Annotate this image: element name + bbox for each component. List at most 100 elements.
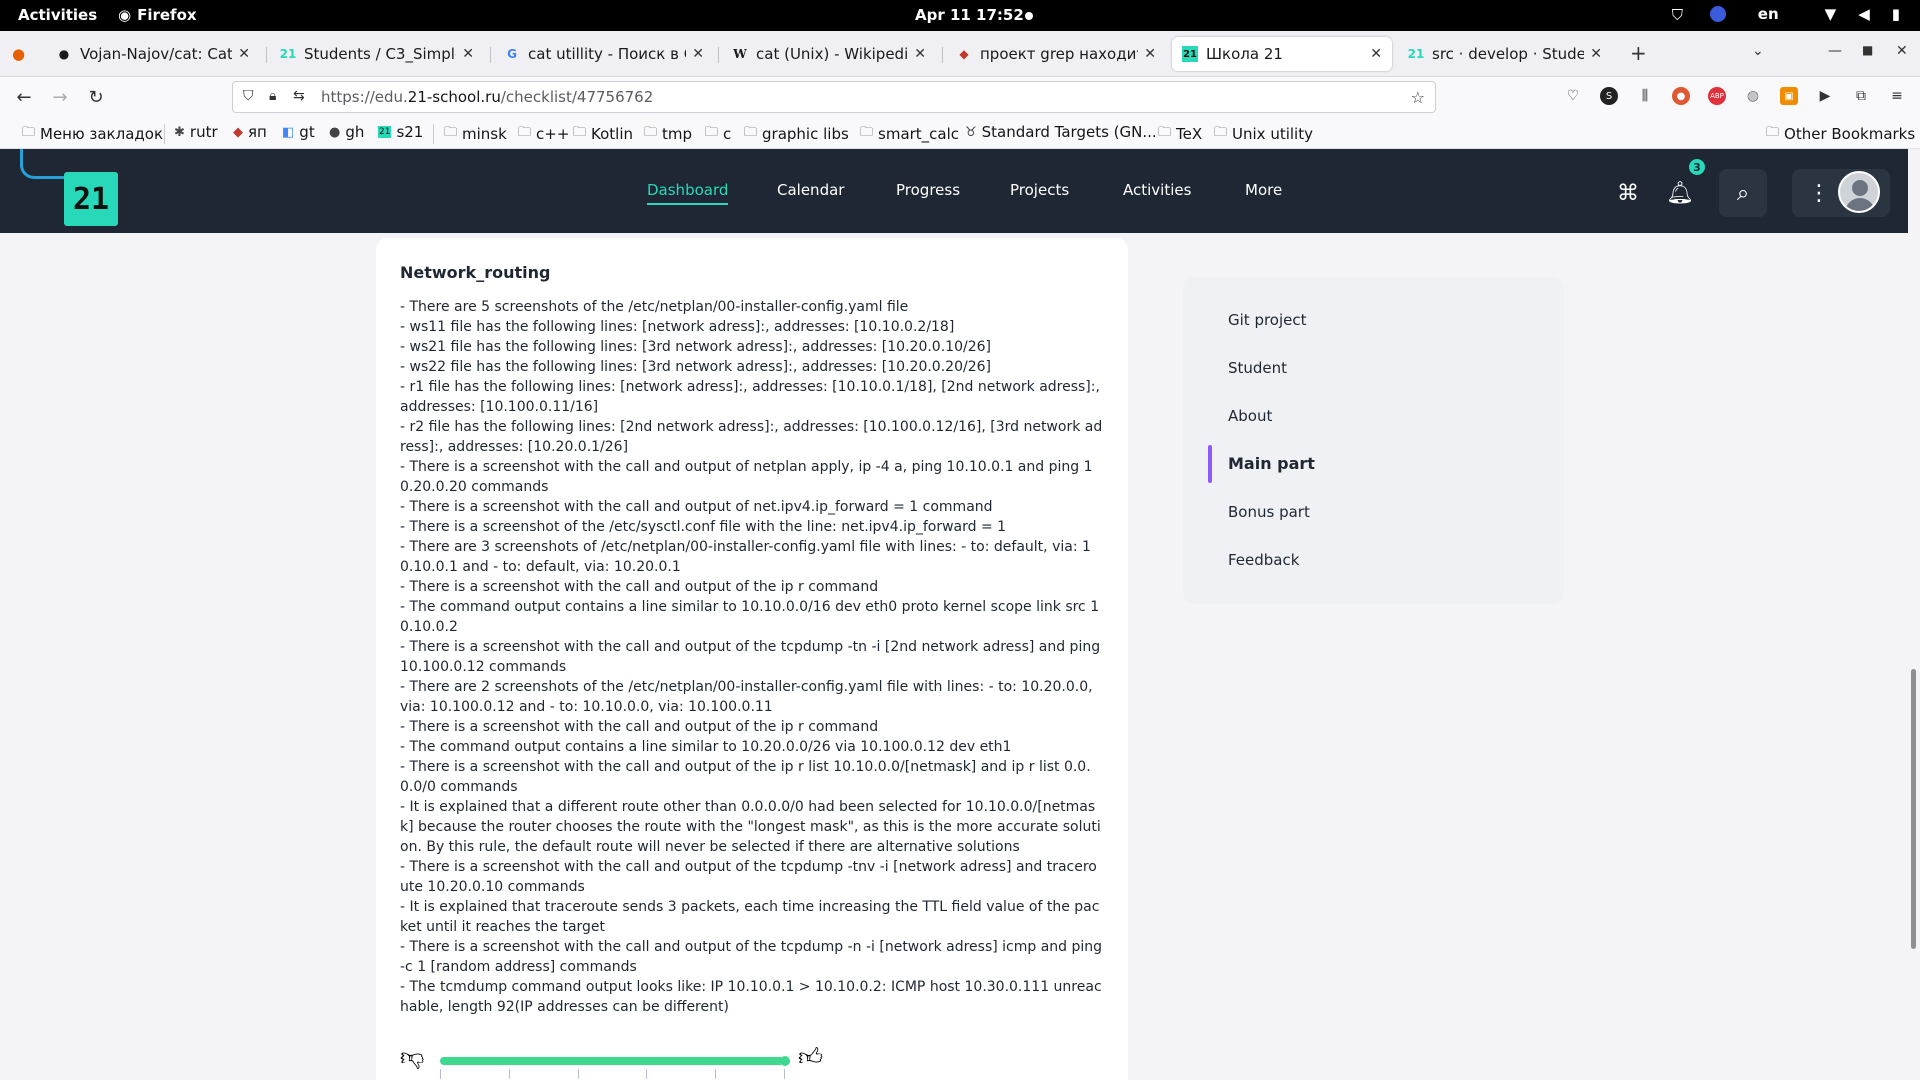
section-link-bonus-part[interactable]: Bonus part xyxy=(1228,503,1310,521)
page-scrollbar[interactable] xyxy=(1908,149,1920,1080)
rutr-icon: ✱ xyxy=(174,124,185,140)
close-tab-icon[interactable]: ✕ xyxy=(914,46,926,62)
tab-grep[interactable]: ◆ проект grep находится ✕ xyxy=(946,37,1166,71)
bookmark-c[interactable]: 🗀︎ c xyxy=(705,123,731,145)
bookmark-smart-calc[interactable]: 🗀︎ smart_calc xyxy=(860,123,959,145)
new-tab-icon[interactable]: + xyxy=(1630,41,1647,65)
system-tray[interactable]: ⛉ en ▼ ◀ ▮ xyxy=(1671,5,1900,24)
tab-github[interactable]: ● Vojan-Najov/cat: Cat is o ✕ xyxy=(46,37,260,71)
nav-more[interactable]: More xyxy=(1245,181,1282,199)
close-tab-icon[interactable]: ✕ xyxy=(462,46,474,62)
nav-activities[interactable]: Activities xyxy=(1123,181,1191,199)
bookmark-cpp[interactable]: 🗀︎ c++ xyxy=(518,123,569,145)
tracking-protection-icon[interactable]: ⛉ xyxy=(243,88,254,104)
close-tab-icon[interactable]: ✕ xyxy=(1590,46,1602,62)
firefox-icon: ◉ xyxy=(118,6,132,24)
bookmark-standard-targets[interactable]: ♉︎ Standard Targets (GN... xyxy=(965,123,1157,141)
close-tab-icon[interactable]: ✕ xyxy=(1144,46,1156,62)
adblock-icon[interactable]: ABP xyxy=(1708,87,1726,105)
media-icon[interactable]: ▶ xyxy=(1816,87,1834,105)
bookmark-icon: ◆ xyxy=(233,124,243,140)
bookmark-menu[interactable]: 🗀︎ Меню закладок xyxy=(22,123,163,145)
close-tab-icon[interactable]: ✕ xyxy=(692,46,704,62)
pocket-icon[interactable]: ♡ xyxy=(1564,87,1582,105)
tab-google[interactable]: G cat utillity - Поиск в Goo ✕ xyxy=(494,37,714,71)
reload-icon[interactable]: ↻ xyxy=(84,85,108,109)
app-menu[interactable]: ◉ Firefox xyxy=(118,6,197,24)
bookmark-minsk[interactable]: 🗀︎ minsk xyxy=(444,123,507,145)
rating-handle[interactable] xyxy=(780,1056,790,1066)
extension-orange-icon[interactable]: ▣ xyxy=(1780,87,1798,105)
language-indicator[interactable]: en xyxy=(1758,5,1779,23)
scrollbar-thumb[interactable] xyxy=(1911,669,1916,949)
minimize-icon[interactable]: — xyxy=(1828,43,1842,59)
tab-wikipedia[interactable]: W cat (Unix) - Wikipedia ✕ xyxy=(722,37,936,71)
avatar[interactable] xyxy=(1838,171,1880,213)
tab-students[interactable]: 21 Students / C3_SimpleBa ✕ xyxy=(270,37,484,71)
firefox-view-icon[interactable]: ● xyxy=(12,45,25,63)
bookmark-star-icon[interactable]: ☆ xyxy=(1411,88,1425,107)
permissions-icon[interactable]: ⇆ xyxy=(293,88,305,104)
nav-projects[interactable]: Projects xyxy=(1010,181,1069,199)
globe-icon[interactable]: ◍ xyxy=(1744,87,1762,105)
close-tab-icon[interactable]: ✕ xyxy=(1370,46,1382,62)
section-link-main-part[interactable]: Main part xyxy=(1228,454,1315,473)
extension-s-icon[interactable]: S xyxy=(1600,87,1618,105)
close-tab-icon[interactable]: ✕ xyxy=(238,46,250,62)
bookmark-yap[interactable]: ◆ яп xyxy=(233,123,267,141)
thumbs-down-icon[interactable]: 👎︎ xyxy=(400,1043,424,1072)
tab-list-icon[interactable]: ⌄ xyxy=(1752,43,1764,59)
bookmark-unix-utility[interactable]: 🗀︎ Unix utility xyxy=(1214,123,1313,145)
kebab-menu-icon[interactable]: ⋮ xyxy=(1808,181,1830,206)
bookmark-tmp[interactable]: 🗀︎ tmp xyxy=(644,123,692,145)
tab-title: Students / C3_SimpleBa xyxy=(304,45,456,63)
section-link-feedback[interactable]: Feedback xyxy=(1228,551,1299,569)
tab-title: Школа 21 xyxy=(1206,45,1283,63)
nav-calendar[interactable]: Calendar xyxy=(777,181,844,199)
back-icon[interactable]: ← xyxy=(12,85,36,109)
close-window-icon[interactable]: ✕ xyxy=(1896,43,1908,59)
rating-track[interactable] xyxy=(440,1057,784,1065)
network-icon[interactable]: ⌘ xyxy=(1604,169,1652,217)
section-link-about[interactable]: About xyxy=(1228,407,1272,425)
url-bar[interactable]: ⛉ 🔒︎ ⇆ https://edu.21-school.ru/checklis… xyxy=(232,81,1436,113)
maximize-icon[interactable]: ■ xyxy=(1862,43,1873,57)
bookmark-gt[interactable]: ◧ gt xyxy=(282,123,315,141)
rating-slider[interactable]: 👎︎ 👍︎ xyxy=(400,1043,840,1080)
checklist-item: - There is a screenshot with the call an… xyxy=(400,459,1093,495)
section-link-student[interactable]: Student xyxy=(1228,359,1287,377)
forward-icon[interactable]: → xyxy=(48,85,72,109)
bell-icon[interactable]: 🔔︎ xyxy=(1656,169,1704,217)
tab-school21[interactable]: 21 Школа 21 ✕ xyxy=(1172,37,1392,71)
url-text[interactable]: https://edu.21-school.ru/checklist/47756… xyxy=(321,88,653,106)
bookmarks-toolbar: 🗀︎ Меню закладок ✱ rutr ◆ яп ◧ gt ● gh 21 s21 … xyxy=(0,117,1920,149)
checklist-item: - r1 file has the following lines: [netw… xyxy=(400,379,1100,415)
nav-dashboard[interactable]: Dashboard xyxy=(647,181,729,205)
github-icon: ● xyxy=(58,47,70,61)
school21-logo[interactable]: 21 xyxy=(64,172,118,226)
bookmark-tex[interactable]: 🗀︎ TeX xyxy=(1158,123,1202,145)
menu-icon[interactable]: ≡ xyxy=(1888,87,1906,105)
nav-progress[interactable]: Progress xyxy=(896,181,960,199)
section-link-git-project[interactable]: Git project xyxy=(1228,311,1307,329)
bookmark-graphic-libs[interactable]: 🗀︎ graphic libs xyxy=(744,123,849,145)
lock-icon[interactable]: 🔒︎ xyxy=(269,88,276,104)
folder-icon: 🗀︎ xyxy=(705,125,719,140)
thumbs-up-icon[interactable]: 👍︎ xyxy=(798,1043,823,1072)
clock[interactable]: Apr 11 17:52 xyxy=(915,6,1024,24)
library-icon[interactable]: ⫼ xyxy=(1636,87,1654,105)
activities-button[interactable]: Activities xyxy=(18,6,97,24)
bookmark-label: minsk xyxy=(462,125,507,143)
bookmark-s21[interactable]: 21 s21 xyxy=(378,123,423,141)
shield-icon: ⛉ xyxy=(1671,6,1684,24)
bookmark-gh[interactable]: ● gh xyxy=(329,123,364,141)
duckduckgo-icon[interactable]: ● xyxy=(1672,87,1690,105)
bookmark-other[interactable]: 🗀︎ Other Bookmarks xyxy=(1766,123,1915,145)
extensions-icon[interactable]: ⧉ xyxy=(1852,87,1870,105)
search-icon[interactable]: ⌕ xyxy=(1719,169,1767,217)
bookmark-label: яп xyxy=(248,123,267,141)
bookmark-rutr[interactable]: ✱ rutr xyxy=(174,123,218,141)
bookmark-kotlin[interactable]: 🗀︎ Kotlin xyxy=(573,123,633,145)
tab-src[interactable]: 21 src · develop · Students / ✕ xyxy=(1398,37,1612,71)
bookmark-label: graphic libs xyxy=(762,125,849,143)
